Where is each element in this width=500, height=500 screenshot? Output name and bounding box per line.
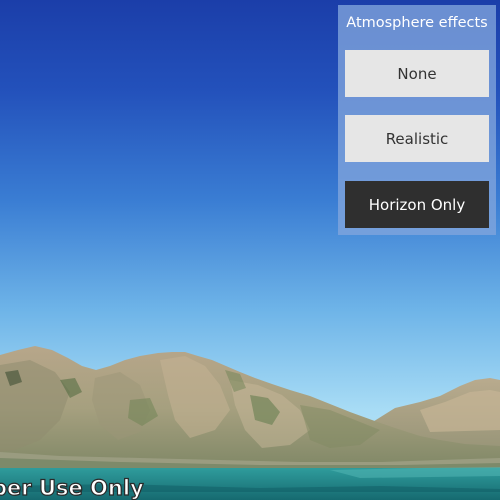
horizon-only-button[interactable]: Horizon Only [345, 181, 489, 228]
developer-watermark: per Use Only [0, 475, 144, 500]
realistic-button[interactable]: Realistic [345, 115, 489, 162]
scene-view[interactable]: per Use Only Atmosphere effects None Rea… [0, 0, 500, 500]
panel-title: Atmosphere effects [346, 15, 488, 31]
none-button[interactable]: None [345, 50, 489, 97]
atmosphere-effects-panel: Atmosphere effects None Realistic Horizo… [338, 5, 496, 235]
